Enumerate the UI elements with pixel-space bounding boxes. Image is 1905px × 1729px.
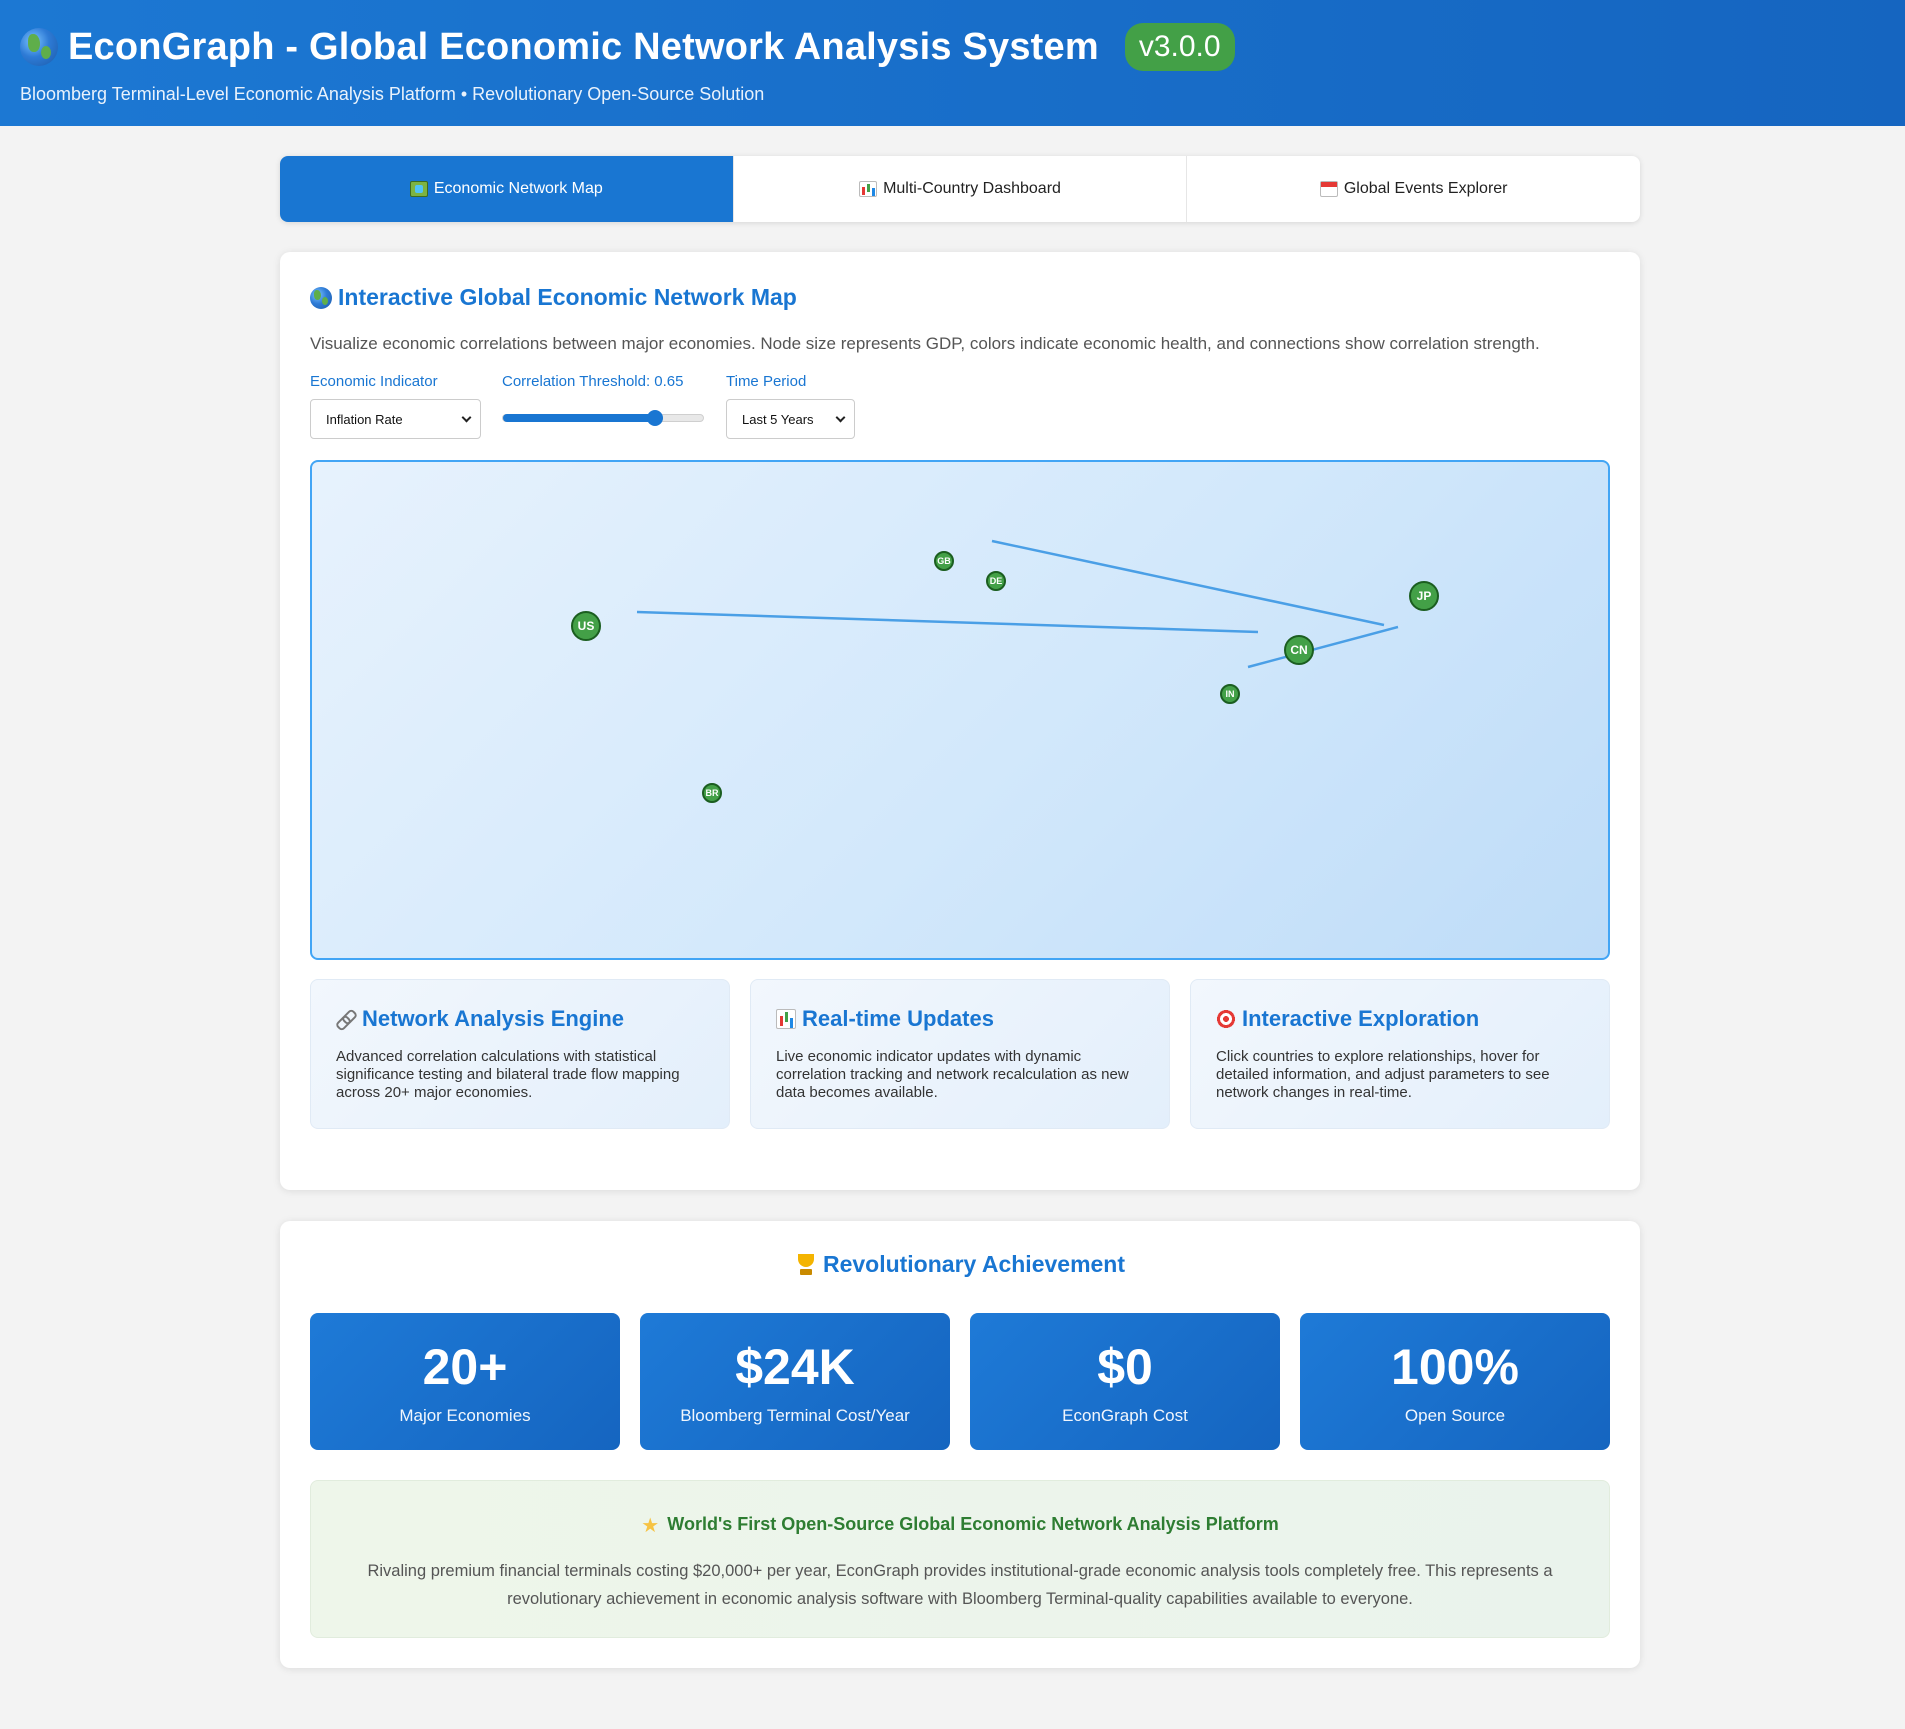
country-node-gb[interactable]: GB: [934, 551, 954, 571]
country-node-us[interactable]: US: [571, 611, 601, 641]
feature-title-row: Real-time Updates: [776, 1006, 1144, 1032]
network-map[interactable]: US GB DE JP CN IN BR: [310, 460, 1610, 960]
country-code-label: CN: [1290, 643, 1307, 657]
header-title-row: EconGraph - Global Economic Network Anal…: [20, 22, 1235, 72]
calendar-icon: [1319, 181, 1338, 197]
app-title: EconGraph - Global Economic Network Anal…: [68, 25, 1099, 68]
banner-title-row: World's First Open-Source Global Economi…: [311, 1513, 1609, 1538]
achievement-title: Revolutionary Achievement: [822, 1251, 1126, 1277]
stat-label: Bloomberg Terminal Cost/Year: [680, 1406, 910, 1425]
star-icon: [641, 1513, 661, 1538]
country-node-jp[interactable]: JP: [1409, 581, 1439, 611]
slider-fill: [503, 414, 655, 422]
version-badge: v3.0.0: [1124, 23, 1235, 71]
stat-card: $24K Bloomberg Terminal Cost/Year: [640, 1313, 950, 1450]
network-title: Interactive Global Economic Network Map: [338, 284, 797, 310]
banner-title: World's First Open-Source Global Economi…: [667, 1514, 1279, 1534]
bar-chart-icon: [859, 181, 878, 197]
country-code-label: JP: [1417, 589, 1432, 603]
country-code-label: IN: [1226, 689, 1235, 699]
stat-label: Open Source: [1404, 1406, 1506, 1425]
feature-text: Click countries to explore relationships…: [1216, 1048, 1550, 1101]
period-control: Time Period Last 5 Years: [726, 373, 855, 439]
country-node-cn[interactable]: CN: [1284, 635, 1314, 665]
indicator-select[interactable]: Inflation Rate: [310, 399, 481, 439]
stat-label: Major Economies: [399, 1406, 531, 1425]
banner-text: Rivaling premium financial terminals cos…: [367, 1562, 1553, 1608]
tab-label: Multi-Country Dashboard: [883, 180, 1061, 197]
correlation-link[interactable]: [636, 610, 1259, 634]
open-source-banner: World's First Open-Source Global Economi…: [310, 1480, 1610, 1638]
country-code-label: BR: [706, 788, 719, 798]
correlation-link[interactable]: [991, 539, 1385, 627]
network-description: Visualize economic correlations between …: [310, 334, 1540, 353]
app-header: EconGraph - Global Economic Network Anal…: [0, 0, 1905, 126]
trophy-icon: [795, 1253, 817, 1277]
stat-label: EconGraph Cost: [1062, 1406, 1188, 1425]
feature-card-interactive-exploration: Interactive Exploration Click countries …: [1190, 979, 1610, 1129]
tab-multi-country-dashboard[interactable]: Multi-Country Dashboard: [734, 156, 1188, 222]
app-subtitle: Bloomberg Terminal-Level Economic Analys…: [20, 84, 765, 104]
indicator-control: Economic Indicator Inflation Rate: [310, 373, 481, 439]
link-icon: [336, 1009, 356, 1029]
stat-card: $0 EconGraph Cost: [970, 1313, 1280, 1450]
network-map-card: Interactive Global Economic Network Map …: [280, 252, 1640, 1190]
country-node-de[interactable]: DE: [986, 571, 1006, 591]
correlation-link[interactable]: [1247, 625, 1399, 669]
feature-text: Live economic indicator updates with dyn…: [776, 1048, 1129, 1101]
feature-text: Advanced correlation calculations with s…: [336, 1048, 680, 1101]
tab-label: Global Events Explorer: [1343, 180, 1508, 197]
stat-value: $24K: [735, 1339, 855, 1395]
threshold-label: Correlation Threshold: 0.65: [502, 373, 684, 390]
period-select[interactable]: Last 5 Years: [726, 399, 855, 439]
country-node-in[interactable]: IN: [1220, 684, 1240, 704]
chevron-down-icon: [835, 412, 846, 422]
slider-thumb[interactable]: [646, 410, 663, 426]
stat-card: 20+ Major Economies: [310, 1313, 620, 1450]
feature-card-realtime-updates: Real-time Updates Live economic indicato…: [750, 979, 1170, 1129]
globe-icon: [310, 286, 332, 309]
threshold-control: Correlation Threshold: 0.65: [502, 373, 704, 426]
country-node-br[interactable]: BR: [702, 783, 722, 803]
achievement-section-title: Revolutionary Achievement: [280, 1251, 1640, 1278]
stat-value: 20+: [422, 1339, 508, 1395]
threshold-slider[interactable]: [502, 410, 704, 426]
tab-bar: Economic Network Map Multi-Country Dashb…: [280, 156, 1640, 222]
country-code-label: DE: [990, 576, 1003, 586]
feature-title: Interactive Exploration: [1242, 1006, 1480, 1031]
feature-card-network-engine: Network Analysis Engine Advanced correla…: [310, 979, 730, 1129]
stat-card: 100% Open Source: [1300, 1313, 1610, 1450]
map-icon: [409, 181, 428, 197]
feature-title-row: Interactive Exploration: [1216, 1006, 1584, 1032]
target-icon: [1216, 1009, 1236, 1029]
period-value: Last 5 Years: [742, 411, 814, 427]
country-code-label: US: [578, 619, 595, 633]
stat-value: 100%: [1391, 1339, 1519, 1395]
feature-title: Network Analysis Engine: [362, 1006, 625, 1031]
bar-chart-icon: [776, 1009, 796, 1029]
achievement-card: Revolutionary Achievement 20+ Major Econ…: [280, 1221, 1640, 1668]
feature-title-row: Network Analysis Engine: [336, 1006, 704, 1032]
stat-value: $0: [1097, 1339, 1153, 1395]
tab-global-events-explorer[interactable]: Global Events Explorer: [1187, 156, 1640, 222]
tab-label: Economic Network Map: [433, 180, 603, 197]
chevron-down-icon: [461, 412, 472, 422]
feature-title: Real-time Updates: [802, 1006, 994, 1031]
indicator-label: Economic Indicator: [310, 373, 438, 390]
indicator-value: Inflation Rate: [326, 411, 403, 427]
tab-economic-network-map[interactable]: Economic Network Map: [280, 156, 734, 222]
network-section-title: Interactive Global Economic Network Map: [310, 284, 797, 311]
globe-icon: [20, 28, 58, 66]
network-graph[interactable]: US GB DE JP CN IN BR: [312, 462, 1608, 958]
country-code-label: GB: [937, 556, 951, 566]
period-label: Time Period: [726, 373, 807, 390]
